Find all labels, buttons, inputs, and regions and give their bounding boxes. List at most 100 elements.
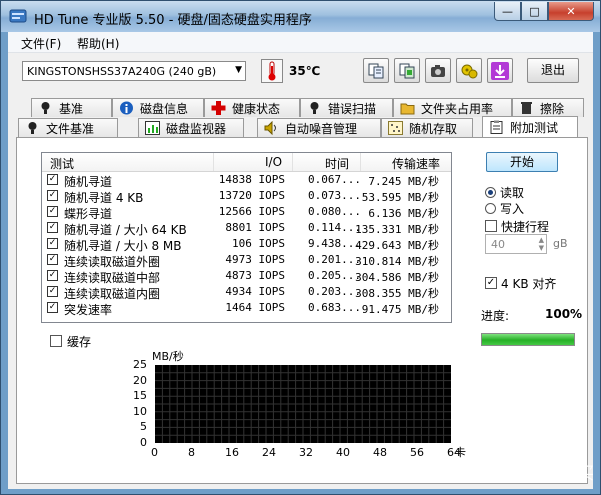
- drive-select[interactable]: KINGSTONSHSS37A240G (240 gB) ▼: [22, 61, 246, 81]
- header-rate[interactable]: 传输速率: [392, 155, 440, 172]
- row-rate: 310.814 MB/秒: [355, 255, 439, 268]
- maximize-button[interactable]: □: [521, 2, 548, 21]
- row-checkbox[interactable]: ✓: [47, 286, 58, 297]
- tab-disk-monitor[interactable]: 磁盘监视器: [138, 118, 244, 137]
- tab-label: 错误扫描: [328, 101, 377, 116]
- row-checkbox[interactable]: ✓: [47, 222, 58, 233]
- menu-file[interactable]: 文件(F): [21, 35, 61, 52]
- start-button[interactable]: 开始: [486, 152, 558, 172]
- extra-tests-panel: 测试 I/O 时间 传输速率 ✓ 随机寻道 14838 IOPS 0.067... 7.…: [16, 137, 588, 484]
- cache-checkbox[interactable]: [50, 335, 62, 347]
- download-icon: [491, 61, 509, 80]
- table-row[interactable]: ✓ 蝶形寻道 12566 IOPS 0.080... 6.136 MB/秒: [42, 204, 451, 221]
- results-header: 测试 I/O 时间 传输速率: [42, 153, 451, 172]
- row-rate: 6.136 MB/秒: [368, 207, 439, 220]
- row-io: 14838 IOPS: [218, 173, 285, 186]
- quick-stroke-label: 快捷行程: [501, 220, 550, 234]
- quick-stroke-checkbox[interactable]: [485, 220, 497, 232]
- align-4kb-checkbox[interactable]: ✓: [485, 277, 497, 289]
- row-rate: 304.586 MB/秒: [355, 271, 439, 284]
- tab-label: 附加测试: [510, 120, 559, 135]
- row-rate: 135.331 MB/秒: [355, 223, 439, 236]
- chart-svg: [155, 365, 451, 443]
- exit-button[interactable]: 退出: [527, 58, 579, 83]
- table-row[interactable]: ✓ 突发速率 1464 IOPS 0.683... 91.475 MB/秒: [42, 300, 451, 317]
- client-area: 文件(F) 帮助(H) KINGSTONSHSS37A240G (240 gB)…: [8, 32, 593, 489]
- row-io: 13720 IOPS: [218, 189, 285, 202]
- tab-extra-tests[interactable]: 附加测试: [482, 116, 578, 137]
- row-checkbox[interactable]: ✓: [47, 254, 58, 265]
- tab-error-scan[interactable]: 错误扫描: [300, 98, 393, 117]
- table-row[interactable]: ✓ 随机寻道 4 KB 13720 IOPS 0.073... 53.595 MB/秒: [42, 188, 451, 205]
- tab-label: 健康状态: [232, 101, 281, 116]
- progress-bar: [481, 333, 575, 346]
- row-checkbox[interactable]: ✓: [47, 302, 58, 313]
- stroke-unit: gB: [553, 237, 568, 250]
- tab-label: 擦除: [540, 101, 565, 116]
- tab-aam[interactable]: 自动噪音管理: [257, 118, 381, 137]
- copy-info-button[interactable]: [363, 58, 389, 83]
- close-button[interactable]: ✕: [548, 2, 594, 21]
- row-checkbox[interactable]: ✓: [47, 174, 58, 185]
- row-rate: 308.355 MB/秒: [355, 287, 439, 300]
- tab-health[interactable]: 健康状态: [204, 98, 300, 117]
- tab-benchmark[interactable]: 基准: [31, 98, 112, 117]
- title-bar[interactable]: HD Tune 专业版 5.50 - 硬盘/固态硬盘实用程序 — □ ✕: [1, 1, 600, 32]
- x-tick-label: 16: [225, 446, 239, 459]
- clipboard-icon: [489, 120, 504, 134]
- watermark: 值 什么值得买: [487, 459, 594, 484]
- thermometer-icon: [261, 59, 283, 83]
- table-row[interactable]: ✓ 连续读取磁道中部 4873 IOPS 0.205... 304.586 MB/秒: [42, 268, 451, 285]
- tab-label: 基准: [59, 101, 84, 116]
- y-tick-label: 0: [140, 436, 147, 449]
- copy-screen-icon: [399, 63, 415, 78]
- menu-bar: 文件(F) 帮助(H): [8, 32, 593, 53]
- health-cross-icon: [211, 101, 226, 115]
- tab-random-access[interactable]: 随机存取: [381, 118, 473, 137]
- minimize-button[interactable]: —: [494, 2, 521, 21]
- table-row[interactable]: ✓ 随机寻道 / 大小 8 MB 106 IOPS 9.438... 429.643 M…: [42, 236, 451, 253]
- table-row[interactable]: ✓ 连续读取磁道外圈 4973 IOPS 0.201... 310.814 MB/秒: [42, 252, 451, 269]
- table-row[interactable]: ✓ 随机寻道 14838 IOPS 0.067... 7.245 MB/秒: [42, 172, 451, 189]
- table-row[interactable]: ✓ 连续读取磁道内圈 4934 IOPS 0.203... 308.355 MB/秒: [42, 284, 451, 301]
- header-io[interactable]: I/O: [265, 155, 282, 169]
- row-io: 8801 IOPS: [225, 221, 285, 234]
- app-window: HD Tune 专业版 5.50 - 硬盘/固态硬盘实用程序 — □ ✕ 文件(…: [0, 0, 601, 495]
- tab-label: 随机存取: [409, 121, 458, 136]
- row-checkbox[interactable]: ✓: [47, 238, 58, 249]
- header-time[interactable]: 时间: [325, 155, 349, 172]
- tab-label: 磁盘监视器: [166, 121, 227, 136]
- read-radio[interactable]: [485, 187, 496, 198]
- row-checkbox[interactable]: ✓: [47, 206, 58, 217]
- header-test[interactable]: 测试: [50, 155, 74, 172]
- screenshot-button[interactable]: [425, 58, 451, 83]
- read-label: 读取: [500, 186, 525, 200]
- temperature-readout: 35℃: [289, 64, 321, 78]
- tab-erase[interactable]: 擦除: [512, 98, 584, 117]
- bulb-icon: [25, 121, 40, 135]
- options-button[interactable]: [456, 58, 482, 83]
- tab-disk-info[interactable]: 磁盘信息: [112, 98, 204, 117]
- x-tick-label: 56: [410, 446, 424, 459]
- spin-arrows-icon[interactable]: ▲ ▼: [539, 236, 544, 252]
- download-button[interactable]: [487, 58, 513, 83]
- row-time: 9.438...: [308, 237, 361, 250]
- row-rate: 91.475 MB/秒: [361, 303, 439, 316]
- tab-row-1: 基准 磁盘信息 健康状态 错误扫描 文件夹占用率 擦除: [8, 98, 593, 118]
- y-tick-label: 5: [140, 420, 147, 434]
- table-row[interactable]: ✓ 随机寻道 / 大小 64 KB 8801 IOPS 0.114... 135.331…: [42, 220, 451, 237]
- x-tick-label: 8: [188, 446, 195, 459]
- row-checkbox[interactable]: ✓: [47, 270, 58, 281]
- stroke-size-input[interactable]: 40 ▲ ▼: [485, 234, 547, 254]
- tab-label: 自动噪音管理: [285, 121, 358, 136]
- menu-help[interactable]: 帮助(H): [77, 35, 119, 52]
- row-time: 0.073...: [308, 189, 361, 202]
- row-io: 4873 IOPS: [225, 269, 285, 282]
- copy-screen-button[interactable]: [394, 58, 420, 83]
- tab-folder-usage[interactable]: 文件夹占用率: [393, 98, 512, 117]
- row-checkbox[interactable]: ✓: [47, 190, 58, 201]
- speaker-icon: [264, 120, 279, 136]
- stroke-size-value: 40: [491, 238, 505, 251]
- tab-file-benchmark[interactable]: 文件基准: [18, 118, 118, 137]
- write-radio[interactable]: [485, 203, 496, 214]
